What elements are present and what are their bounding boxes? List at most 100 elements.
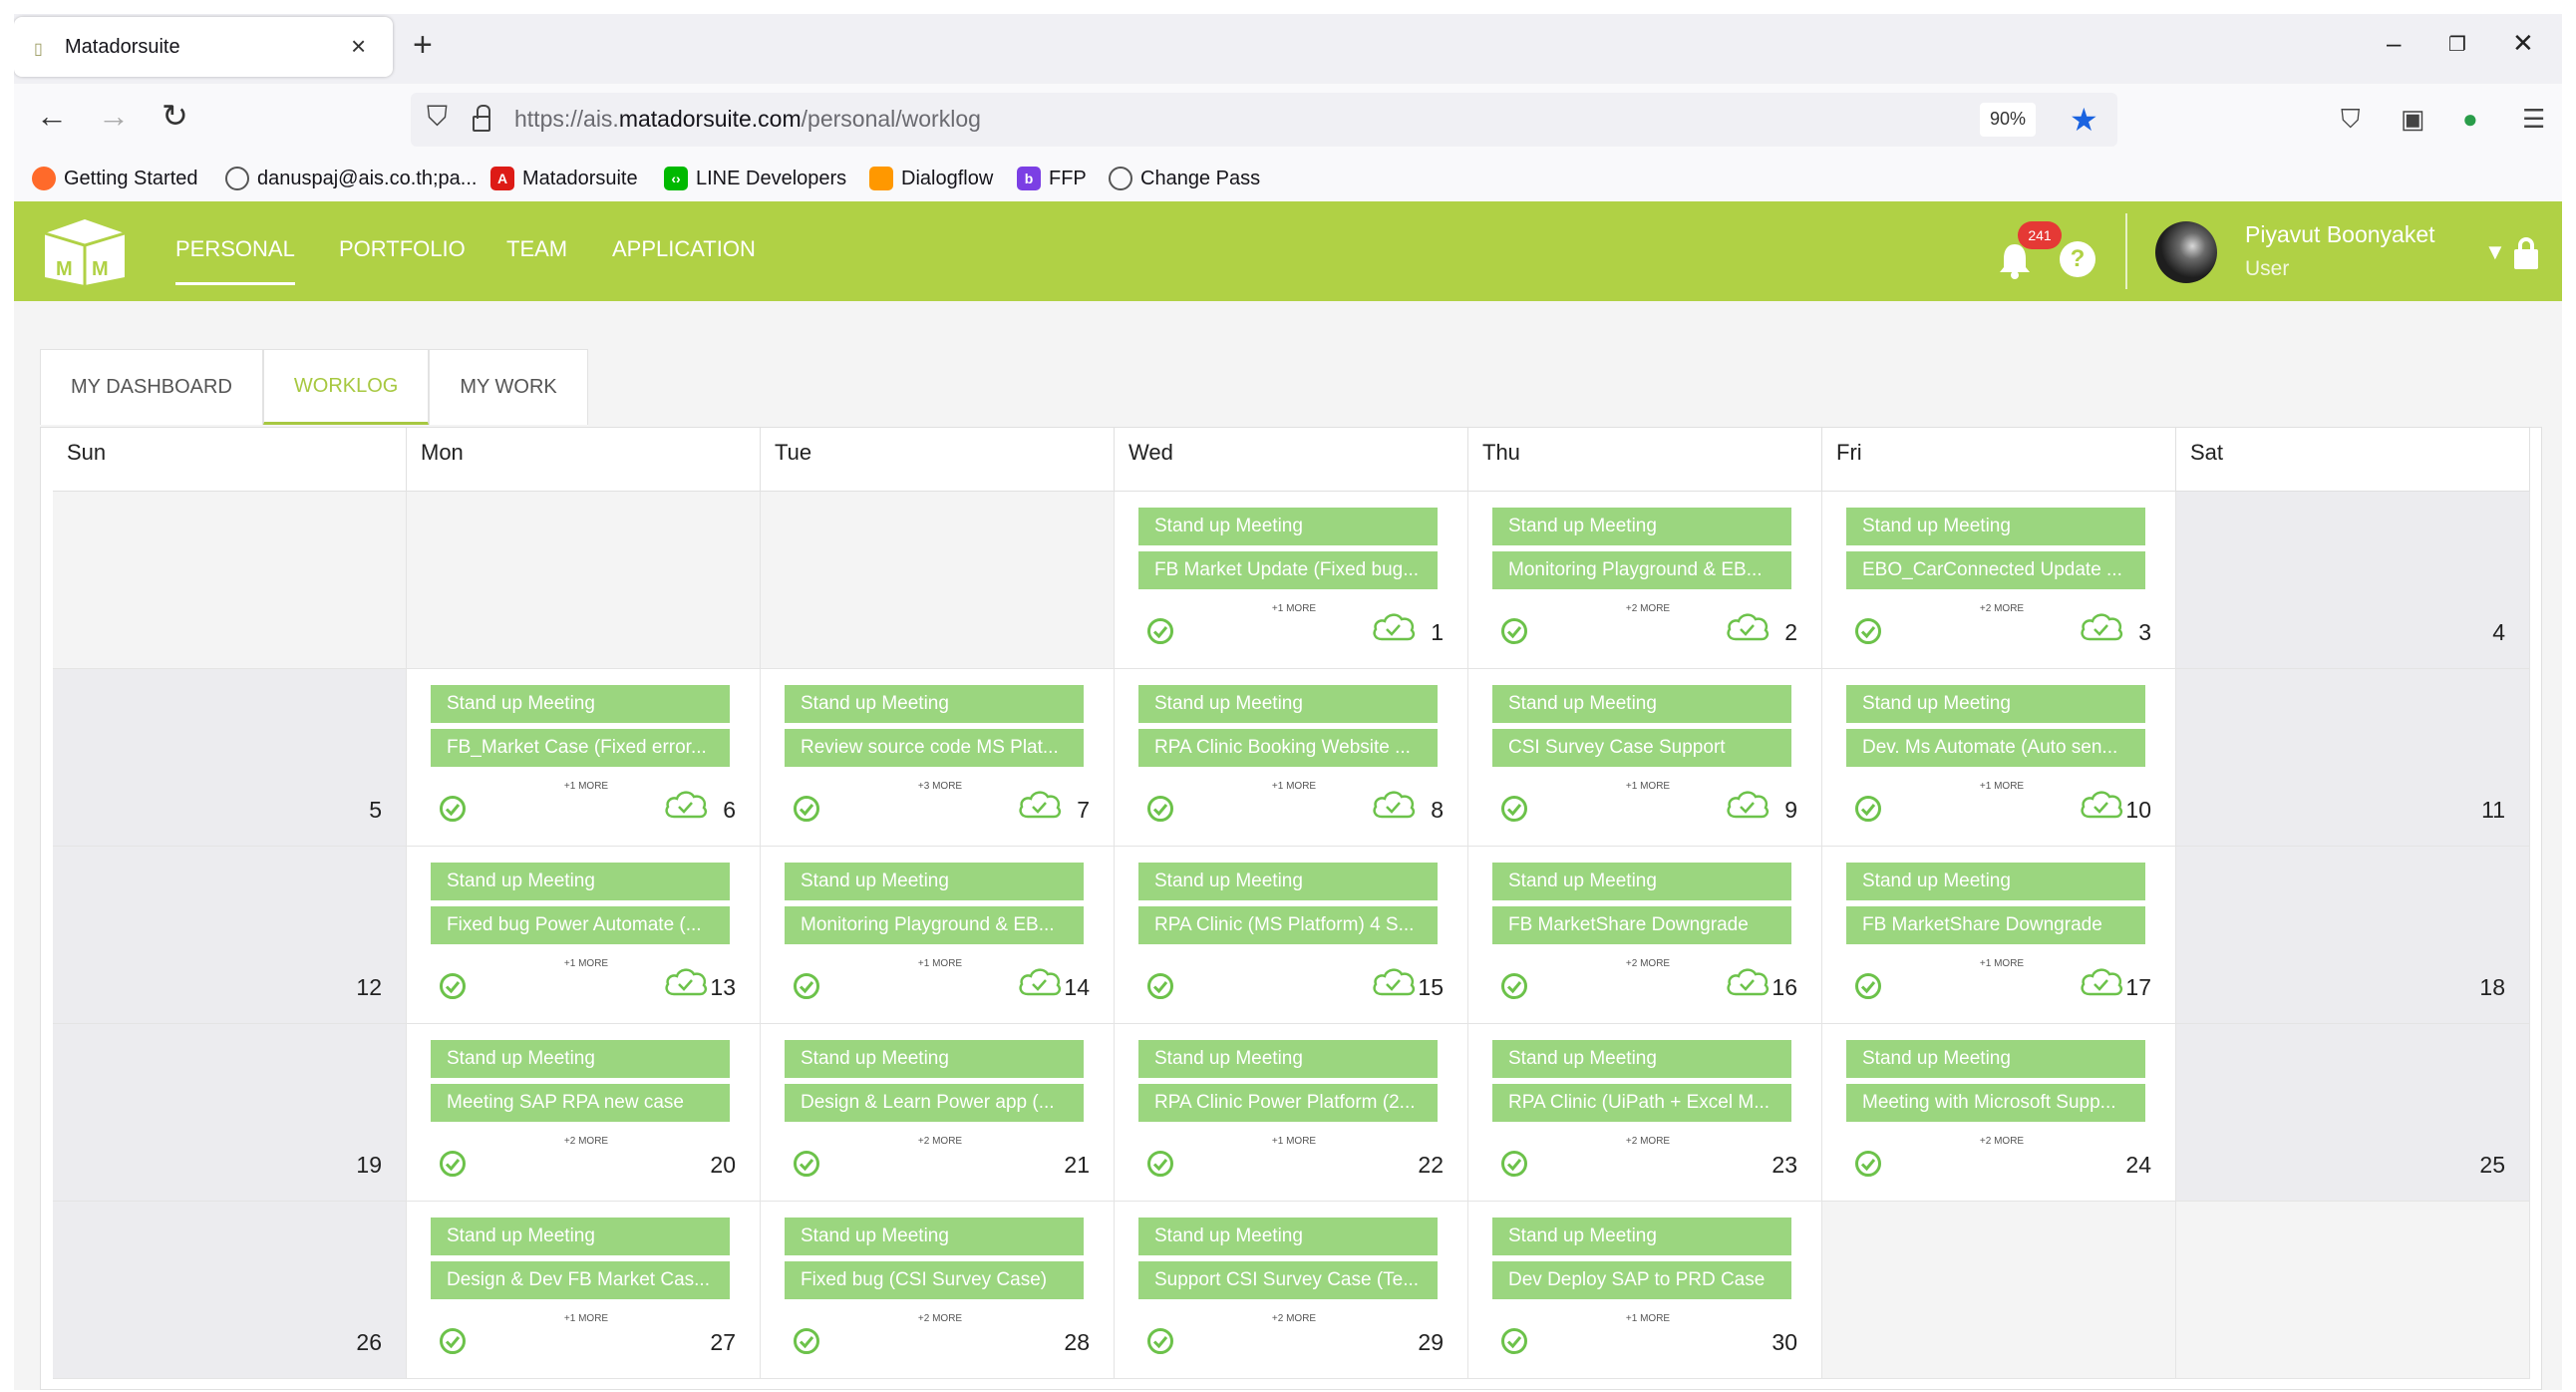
calendar-day-cell[interactable]: Stand up Meeting Monitoring Playground & … [1468, 492, 1822, 669]
bookmark-getting-started[interactable]: Getting Started [32, 165, 198, 192]
browser-tab[interactable]: ▯ Matadorsuite × [14, 17, 393, 77]
day-number[interactable]: 3 [2138, 619, 2151, 646]
tab-my-work[interactable]: MY WORK [429, 349, 588, 425]
tab-my-dashboard[interactable]: MY DASHBOARD [40, 349, 263, 425]
bookmark-matadorsuite[interactable]: A Matadorsuite [490, 165, 638, 192]
more-events-link[interactable]: +2 MORE [1264, 1313, 1324, 1324]
restore-icon[interactable]: ❐ [2448, 32, 2466, 57]
cloud-check-icon[interactable] [1370, 964, 1418, 1000]
calendar-day-cell[interactable]: Stand up Meeting Meeting SAP RPA new case… [407, 1024, 761, 1202]
more-events-link[interactable]: +1 MORE [556, 1313, 616, 1324]
check-circle-icon[interactable] [1854, 972, 1882, 1000]
check-circle-icon[interactable] [439, 1150, 467, 1178]
lock-icon[interactable] [2514, 237, 2538, 269]
tracking-shield-icon[interactable]: ⛉ [427, 101, 448, 134]
calendar-day-cell[interactable]: Stand up Meeting CSI Survey Case Support +… [1468, 669, 1822, 847]
event-standup[interactable]: Stand up Meeting [785, 685, 1084, 723]
reload-icon[interactable]: ↻ [161, 100, 188, 132]
zoom-indicator[interactable]: 90% [1980, 103, 2037, 137]
event-standup[interactable]: Stand up Meeting [1138, 685, 1438, 723]
calendar-day-cell[interactable]: Stand up Meeting Meeting with Microsoft S… [1822, 1024, 2176, 1202]
nav-team[interactable]: TEAM [506, 236, 567, 262]
check-circle-icon[interactable] [793, 972, 820, 1000]
new-tab-icon[interactable]: + [413, 26, 433, 65]
calendar-day-cell[interactable]: 18 [2176, 847, 2530, 1024]
event-item[interactable]: RPA Clinic (MS Platform) 4 S... [1138, 906, 1438, 944]
event-item[interactable]: Design & Dev FB Market Cas... [431, 1261, 730, 1299]
event-standup[interactable]: Stand up Meeting [785, 863, 1084, 900]
event-standup[interactable]: Stand up Meeting [1138, 863, 1438, 900]
minimize-icon[interactable]: – [2387, 28, 2401, 59]
event-item[interactable]: Monitoring Playground & EB... [1492, 551, 1791, 589]
day-number[interactable]: 7 [1077, 797, 1090, 824]
bookmark-ffp[interactable]: b FFP [1017, 165, 1087, 192]
day-number[interactable]: 9 [1784, 797, 1797, 824]
day-number[interactable]: 13 [710, 974, 736, 1001]
event-standup[interactable]: Stand up Meeting [431, 863, 730, 900]
day-number[interactable]: 23 [1771, 1152, 1797, 1179]
calendar-day-cell[interactable]: Stand up Meeting RPA Clinic Booking Websi… [1115, 669, 1468, 847]
cloud-check-icon[interactable] [1370, 609, 1418, 645]
day-number[interactable]: 28 [1064, 1329, 1090, 1356]
more-events-link[interactable]: +1 MORE [1618, 781, 1678, 792]
event-standup[interactable]: Stand up Meeting [1492, 863, 1791, 900]
event-item[interactable]: Fixed bug (CSI Survey Case) [785, 1261, 1084, 1299]
nav-portfolio[interactable]: PORTFOLIO [339, 236, 466, 262]
more-events-link[interactable]: +1 MORE [1618, 1313, 1678, 1324]
check-circle-icon[interactable] [793, 795, 820, 823]
lock-icon[interactable] [473, 105, 490, 132]
day-number[interactable]: 16 [1771, 974, 1797, 1001]
more-events-link[interactable]: +2 MORE [1618, 1136, 1678, 1147]
check-circle-icon[interactable] [1146, 795, 1174, 823]
day-number[interactable]: 1 [1431, 619, 1444, 646]
day-number[interactable]: 11 [2481, 797, 2505, 824]
event-item[interactable]: Monitoring Playground & EB... [785, 906, 1084, 944]
event-standup[interactable]: Stand up Meeting [1492, 1040, 1791, 1078]
day-number[interactable]: 27 [710, 1329, 736, 1356]
event-standup[interactable]: Stand up Meeting [785, 1218, 1084, 1255]
forward-icon[interactable]: → [98, 100, 130, 132]
event-standup[interactable]: Stand up Meeting [1138, 508, 1438, 545]
event-item[interactable]: Meeting with Microsoft Supp... [1846, 1084, 2145, 1122]
nav-application[interactable]: APPLICATION [612, 236, 756, 262]
check-circle-icon[interactable] [1500, 1150, 1528, 1178]
event-standup[interactable]: Stand up Meeting [431, 1218, 730, 1255]
day-number[interactable]: 24 [2125, 1152, 2151, 1179]
event-item[interactable]: RPA Clinic Booking Website ... [1138, 729, 1438, 767]
event-standup[interactable]: Stand up Meeting [431, 1040, 730, 1078]
calendar-day-cell[interactable]: 4 [2176, 492, 2530, 669]
day-number[interactable]: 5 [369, 797, 382, 824]
more-events-link[interactable]: +2 MORE [1972, 603, 2032, 614]
cloud-check-icon[interactable] [2078, 609, 2125, 645]
calendar-day-cell[interactable]: Stand up Meeting FB Market Update (Fixed … [1115, 492, 1468, 669]
check-circle-icon[interactable] [1146, 1150, 1174, 1178]
calendar-day-cell[interactable]: 5 [53, 669, 407, 847]
more-events-link[interactable]: +1 MORE [556, 958, 616, 969]
day-number[interactable]: 15 [1418, 974, 1444, 1001]
calendar-day-cell[interactable]: Stand up Meeting Monitoring Playground & … [761, 847, 1115, 1024]
event-standup[interactable]: Stand up Meeting [431, 685, 730, 723]
bookmark-dialogflow[interactable]: Dialogflow [869, 165, 993, 192]
cloud-check-icon[interactable] [662, 787, 710, 823]
help-icon[interactable]: ? [2060, 241, 2095, 277]
check-circle-icon[interactable] [1854, 617, 1882, 645]
event-item[interactable]: CSI Survey Case Support [1492, 729, 1791, 767]
day-number[interactable]: 2 [1784, 619, 1797, 646]
day-number[interactable]: 17 [2125, 974, 2151, 1001]
check-circle-icon[interactable] [793, 1150, 820, 1178]
calendar-day-cell[interactable]: Stand up Meeting Support CSI Survey Case … [1115, 1202, 1468, 1379]
event-item[interactable]: RPA Clinic (UiPath + Excel M... [1492, 1084, 1791, 1122]
url-text[interactable]: https://ais.matadorsuite.com/personal/wo… [514, 106, 981, 133]
event-standup[interactable]: Stand up Meeting [1492, 685, 1791, 723]
event-standup[interactable]: Stand up Meeting [1846, 508, 2145, 545]
more-events-link[interactable]: +1 MORE [1972, 958, 2032, 969]
day-number[interactable]: 21 [1064, 1152, 1090, 1179]
calendar-day-cell[interactable]: Stand up Meeting Design & Learn Power app… [761, 1024, 1115, 1202]
cloud-check-icon[interactable] [1724, 964, 1771, 1000]
back-icon[interactable]: ← [36, 100, 68, 132]
check-circle-icon[interactable] [793, 1327, 820, 1355]
day-number[interactable]: 14 [1064, 974, 1090, 1001]
day-number[interactable]: 6 [723, 797, 736, 824]
calendar-day-cell[interactable]: Stand up Meeting FB_Market Case (Fixed er… [407, 669, 761, 847]
tab-worklog[interactable]: WORKLOG [262, 349, 430, 425]
